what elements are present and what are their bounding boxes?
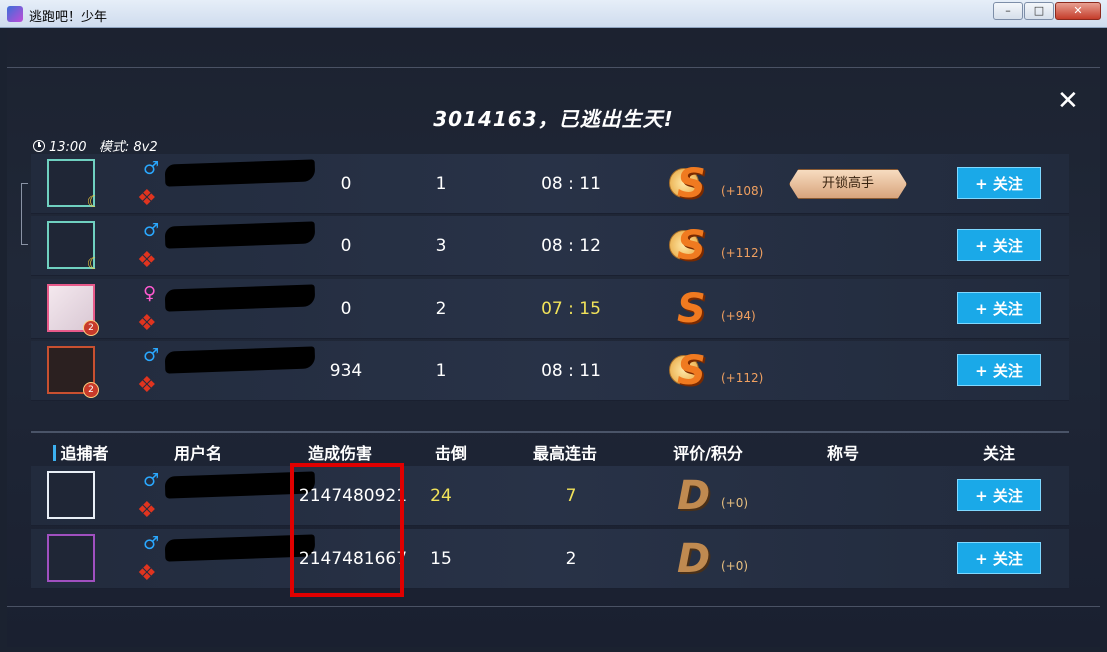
knockdown-value: 15 [430, 549, 452, 569]
grade-badge: D [677, 536, 711, 582]
kills-value: 934 [329, 361, 363, 381]
grade-badge: S [677, 223, 706, 269]
follow-button[interactable]: + 关注 [957, 542, 1041, 574]
level-badge: 2 [83, 382, 99, 398]
hunter-marker [53, 445, 57, 461]
rank-icon: ❖ [137, 186, 157, 211]
rank-icon: ❖ [137, 373, 157, 398]
survivor-row: 2 ♂ ❖ 934 1 08 : 11 S (+112) + 关注 [31, 341, 1069, 401]
team-bracket [21, 183, 28, 245]
follow-button[interactable]: + 关注 [957, 479, 1041, 511]
header-hunter: 追捕者 [41, 440, 121, 464]
top-divider [7, 67, 1100, 68]
avatar[interactable]: 2 [47, 284, 99, 336]
survivor-row: ☾ ♂ ❖ 0 3 08 : 12 S (+112) + 关注 [31, 216, 1069, 276]
male-icon: ♂ [143, 345, 160, 366]
bottom-divider [7, 606, 1100, 607]
rescues-value: 3 [435, 236, 447, 256]
male-icon: ♂ [143, 220, 160, 241]
rescues-value: 1 [435, 361, 447, 381]
points-value: (+112) [721, 371, 764, 385]
survival-time: 08 : 11 [541, 174, 601, 194]
minimize-button[interactable]: – [993, 2, 1023, 20]
moon-icon: ☾ [86, 254, 101, 273]
rank-icon: ❖ [137, 311, 157, 336]
app-icon [7, 6, 23, 22]
header-damage: 造成伤害 [307, 444, 372, 463]
clock-icon [33, 140, 45, 152]
grade-badge: S [677, 286, 706, 332]
close-window-button[interactable]: ✕ [1055, 2, 1101, 20]
max-combo-value: 7 [565, 486, 577, 506]
level-badge: 2 [83, 320, 99, 336]
kills-value: 0 [340, 174, 352, 194]
points-value: (+112) [721, 246, 764, 260]
avatar[interactable]: 2 [47, 346, 99, 398]
grade-badge: S [677, 161, 706, 207]
header-username: 用户名 [173, 444, 222, 463]
follow-button[interactable]: + 关注 [957, 229, 1041, 261]
rescues-value: 2 [435, 299, 447, 319]
redacted-username [164, 221, 316, 249]
survivor-row: 2 ♀ ❖ 0 2 07 : 15 S (+94) + 关注 [31, 279, 1069, 339]
header-title: 称号 [826, 444, 859, 463]
follow-button[interactable]: + 关注 [957, 167, 1041, 199]
redacted-username [164, 346, 316, 374]
window-controls: – □ ✕ [992, 2, 1101, 20]
header-rating: 评价/积分 [673, 444, 743, 463]
title-badge: 开锁高手 [789, 169, 907, 199]
header-hunter-label: 追捕者 [60, 444, 109, 463]
max-combo-value: 2 [565, 549, 577, 569]
hunter-row: ♂ ❖ 2147480921 24 7 D (+0) + 关注 [31, 466, 1069, 526]
survival-time: 08 : 12 [541, 236, 601, 256]
avatar[interactable] [47, 471, 95, 519]
highlight-box [290, 463, 404, 597]
kills-value: 0 [340, 236, 352, 256]
rank-icon: ❖ [137, 248, 157, 273]
male-icon: ♂ [143, 470, 160, 491]
kills-value: 0 [340, 299, 352, 319]
follow-button[interactable]: + 关注 [957, 292, 1041, 324]
window-titlebar: 逃跑吧！少年 – □ ✕ [0, 0, 1107, 28]
header-follow: 关注 [982, 444, 1015, 463]
header-max-combo: 最高连击 [532, 444, 597, 463]
follow-button[interactable]: + 关注 [957, 354, 1041, 386]
grade-badge: S [677, 348, 706, 394]
match-mode: 模式: 8v2 [98, 140, 158, 155]
survival-time: 08 : 11 [541, 361, 601, 381]
points-value: (+0) [721, 496, 749, 510]
avatar[interactable]: ☾ [47, 159, 101, 211]
avatar[interactable]: ☾ [47, 221, 101, 273]
redacted-username [164, 284, 316, 312]
rank-icon: ❖ [137, 561, 157, 586]
survivor-row: ☾ ♂ ❖ 0 1 08 : 11 S (+108) 开锁高手 + 关注 [31, 154, 1069, 214]
maximize-button[interactable]: □ [1024, 2, 1054, 20]
male-icon: ♂ [143, 533, 160, 554]
moon-icon: ☾ [86, 192, 101, 211]
header-knockdown: 击倒 [434, 444, 467, 463]
game-area: ✕ 3014163，已逃出生天! 13:00 模式: 8v2 ☾ ♂ ❖ 0 1… [7, 29, 1100, 647]
hunter-row: ♂ ❖ 2147481667 15 2 D (+0) + 关注 [31, 529, 1069, 589]
section-divider [31, 431, 1069, 433]
result-title: 3014163，已逃出生天! [433, 107, 674, 131]
rank-icon: ❖ [137, 498, 157, 523]
points-value: (+94) [721, 309, 756, 323]
female-icon: ♀ [143, 283, 157, 304]
points-value: (+0) [721, 559, 749, 573]
grade-badge: D [677, 473, 711, 519]
match-info: 13:00 模式: 8v2 [33, 136, 158, 155]
avatar[interactable] [47, 534, 95, 582]
knockdown-value: 24 [430, 486, 452, 506]
redacted-username [164, 159, 316, 187]
rescues-value: 1 [435, 174, 447, 194]
survival-time: 07 : 15 [541, 299, 601, 319]
male-icon: ♂ [143, 158, 160, 179]
window-title: 逃跑吧！少年 [29, 10, 108, 25]
points-value: (+108) [721, 184, 764, 198]
match-time: 13:00 [49, 140, 87, 155]
